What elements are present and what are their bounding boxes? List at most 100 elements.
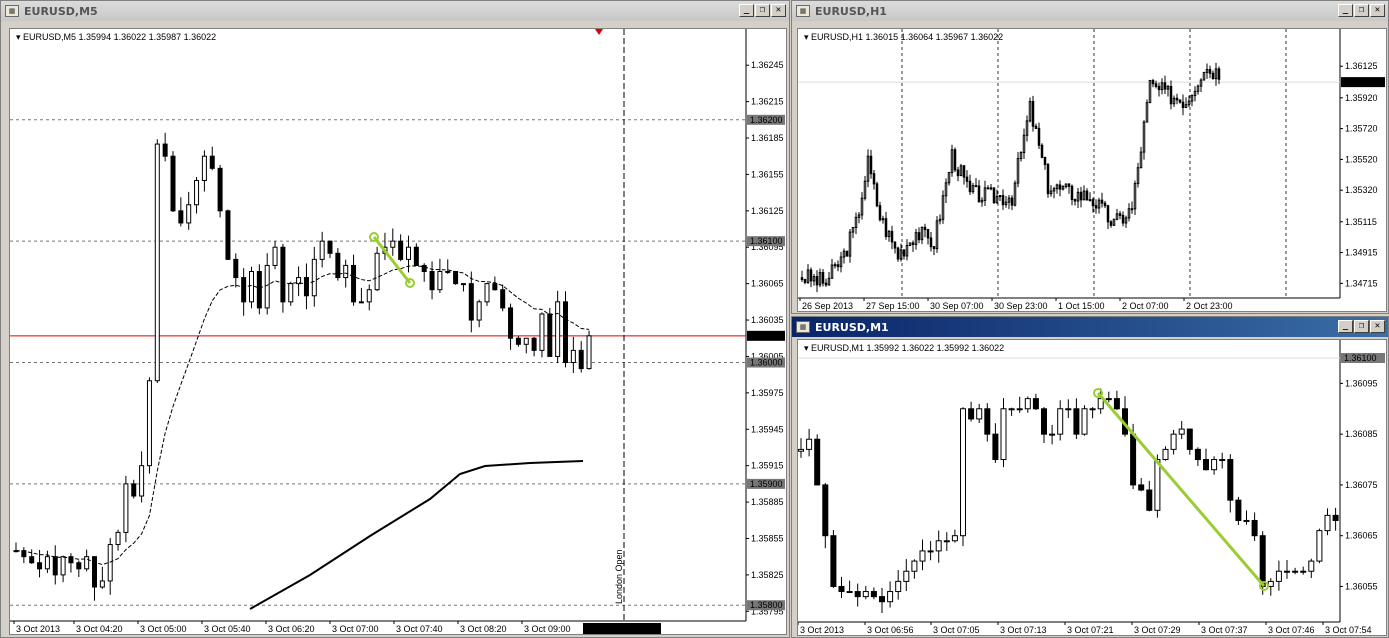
chart-svg-m5[interactable]: 1.36245 1.36215 1.36185 1.36155 1.36125 1.360… <box>10 29 787 635</box>
candle-body <box>555 301 561 357</box>
restore-button[interactable]: ❐ <box>1354 4 1369 17</box>
candle-body <box>1055 184 1059 190</box>
candle-body <box>980 199 984 203</box>
candle-body <box>962 165 966 178</box>
minimize-button[interactable]: _ <box>739 4 754 17</box>
close-button[interactable]: ✕ <box>1370 4 1385 17</box>
candle-body <box>468 283 474 321</box>
candle-body <box>327 240 333 254</box>
candle-body <box>848 231 852 257</box>
symbol-info: ▾ EURUSD,H1 1.36015 1.36064 1.35967 1.36… <box>804 32 1003 43</box>
candle-body <box>863 180 867 199</box>
candle-body <box>838 585 845 593</box>
time-tick-label: 3 Oct 07:54 <box>1325 625 1372 635</box>
titlebar-m5[interactable]: ▦ EURUSD,M5 _ ❐ ✕ <box>1 1 789 21</box>
window-title: EURUSD,M5 <box>24 4 98 18</box>
candle-body <box>870 591 877 598</box>
candle-body <box>1300 570 1307 573</box>
close-button[interactable]: ✕ <box>771 4 786 17</box>
time-tick-label: 3 Oct 07:29 <box>1134 625 1181 635</box>
price-tick-label: 1.35855 <box>751 533 784 543</box>
restore-button[interactable]: ❐ <box>755 4 770 17</box>
candle-body <box>319 240 325 260</box>
candle-body <box>821 272 825 284</box>
chart-area-h1[interactable]: 1.36125 1.35920 1.35720 1.35520 1.35320 1.351… <box>797 28 1387 312</box>
window-eurusd-h1[interactable]: ▦ EURUSD,H1 _ ❐ ✕ 1.36125 1.35920 1.35720 1… <box>791 0 1389 314</box>
minimize-button[interactable]: _ <box>1338 320 1353 333</box>
candle-body <box>803 279 807 283</box>
candle-body <box>60 556 66 576</box>
candle-body <box>44 556 50 570</box>
price-level-tag-label: 1.35800 <box>750 600 783 610</box>
candle-body <box>515 337 521 345</box>
price-level-tag-label: 1.35900 <box>750 479 783 489</box>
price-tick-label: 1.35915 <box>751 461 784 471</box>
candle-body <box>977 185 981 203</box>
candle-body <box>115 531 121 546</box>
time-tick-label: 3 Oct 2013 <box>16 624 60 634</box>
candle-body <box>1170 433 1177 450</box>
candle-body <box>1112 218 1116 226</box>
time-tick-label: 3 Oct 07:40 <box>396 624 443 634</box>
chart-area-m1[interactable]: 1.36095 1.36085 1.36075 1.36065 1.36055 1.361… <box>797 339 1387 636</box>
window-eurusd-m1[interactable]: ▦ EURUSD,M1 _ ❐ ✕ 1.36095 1.36085 1.36075 1… <box>791 316 1389 638</box>
candle-body <box>992 187 996 204</box>
window-title: EURUSD,M1 <box>815 320 889 334</box>
candle-body <box>1163 82 1167 90</box>
candle-body <box>484 283 490 303</box>
window-eurusd-m5[interactable]: ▦ EURUSD,M5 _ ❐ ✕ 1.36245 1.36215 1.36185 1… <box>0 0 790 638</box>
candle-body <box>1194 448 1201 461</box>
candle-body <box>1208 68 1212 74</box>
candle-body <box>929 237 933 248</box>
close-button[interactable]: ✕ <box>1370 320 1385 333</box>
candle-body <box>911 242 915 245</box>
chart-svg-m1[interactable]: 1.36095 1.36085 1.36075 1.36065 1.36055 1.361… <box>798 340 1387 636</box>
candle-body <box>1142 121 1146 153</box>
candle-body <box>1146 489 1153 511</box>
candle-body <box>950 149 954 174</box>
candle-body <box>809 269 813 282</box>
candle-body <box>37 562 43 570</box>
titlebar-m1[interactable]: ▦ EURUSD,M1 _ ❐ ✕ <box>792 317 1388 337</box>
chart-svg-h1[interactable]: 1.36125 1.35920 1.35720 1.35520 1.35320 1.351… <box>798 29 1387 312</box>
chart-window-icon: ▦ <box>796 321 810 333</box>
price-level-tag-label: 1.36100 <box>1344 353 1377 363</box>
candle-body <box>896 247 900 260</box>
candle-body <box>814 438 821 486</box>
restore-button[interactable]: ❐ <box>1354 320 1369 333</box>
minimize-button[interactable]: _ <box>1338 4 1353 17</box>
candle-body <box>586 335 592 370</box>
candle-body <box>974 185 978 188</box>
candle-body <box>983 187 987 201</box>
candle-body <box>1211 459 1218 471</box>
candle-body <box>453 271 459 285</box>
candle-body <box>351 264 357 303</box>
candle-body <box>1049 433 1056 436</box>
time-tick-label: 3 Oct 06:56 <box>867 625 914 635</box>
candle-body <box>1205 68 1209 73</box>
candle-body <box>1007 197 1011 203</box>
candle-body <box>875 183 879 207</box>
candle-body <box>186 204 192 224</box>
candle-body <box>920 226 924 241</box>
candle-body <box>944 182 948 197</box>
time-tick-label: 3 Oct 05:40 <box>204 624 251 634</box>
candle-body <box>1049 190 1053 195</box>
candle-body <box>311 258 317 297</box>
chart-area-m5[interactable]: 1.36245 1.36215 1.36185 1.36155 1.36125 1.360… <box>9 28 787 635</box>
candle-body <box>815 276 819 286</box>
time-tick-label: 3 Oct 07:37 <box>1201 625 1248 635</box>
candle-body <box>1133 183 1137 210</box>
candle-body <box>887 591 894 603</box>
titlebar-h1[interactable]: ▦ EURUSD,H1 _ ❐ ✕ <box>792 1 1388 21</box>
dropdown-triangle-icon[interactable]: ▾ <box>804 32 811 42</box>
candle-body <box>857 214 861 218</box>
dropdown-triangle-icon[interactable]: ▾ <box>804 343 811 353</box>
dropdown-triangle-icon[interactable]: ▾ <box>16 32 23 42</box>
candle-body <box>1151 80 1155 85</box>
price-tick-label: 1.35825 <box>751 570 784 580</box>
symbol-info: ▾ EURUSD,M5 1.35994 1.36022 1.35987 1.36… <box>16 32 216 43</box>
candle-body <box>1010 197 1014 206</box>
candle-body <box>1028 101 1032 122</box>
candle-body <box>935 220 939 250</box>
